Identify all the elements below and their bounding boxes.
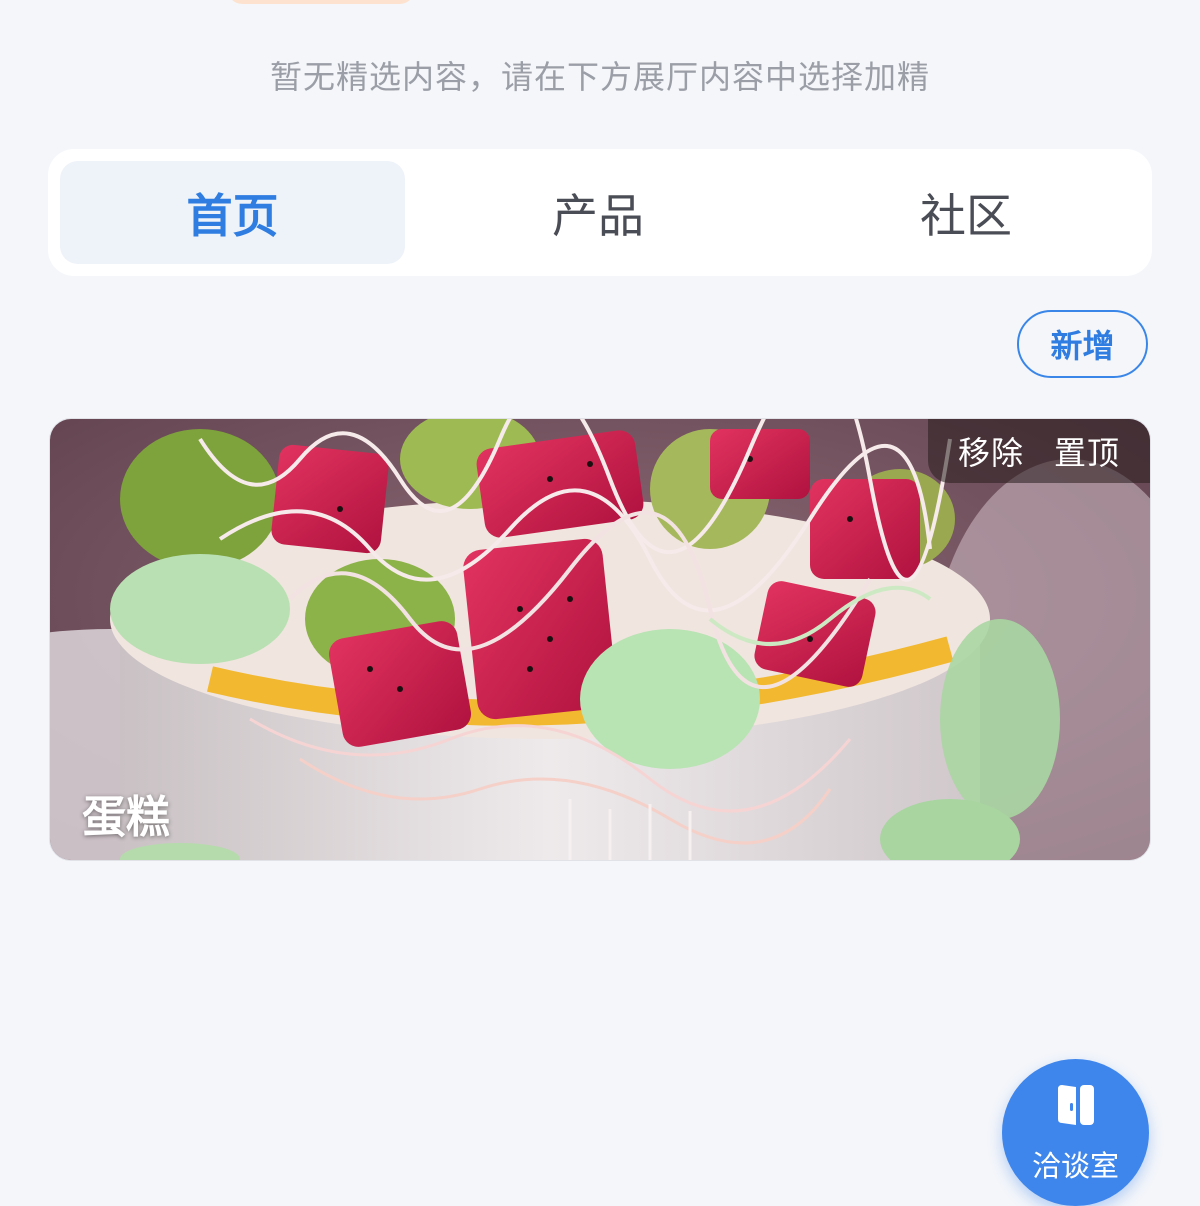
door-icon	[1058, 1085, 1094, 1125]
cake-image	[50, 419, 1150, 860]
tab-products[interactable]: 产品	[428, 161, 768, 264]
showcase-card[interactable]: 移除 置顶 蛋糕	[49, 418, 1151, 861]
empty-featured-hint: 暂无精选内容，请在下方展厅内容中选择加精	[269, 58, 930, 96]
tab-bar: 首页 产品 社区	[48, 149, 1152, 276]
pin-top-button[interactable]: 置顶	[1054, 428, 1120, 474]
tab-home[interactable]: 首页	[60, 161, 405, 264]
fab-label: 洽谈室	[1031, 1149, 1119, 1183]
remove-button[interactable]: 移除	[958, 428, 1024, 474]
card-title: 蛋糕	[82, 792, 170, 843]
top-badge	[228, 0, 414, 4]
negotiation-room-button[interactable]: 洽谈室	[1002, 1059, 1149, 1206]
add-button[interactable]: 新增	[1017, 310, 1148, 378]
card-actions: 移除 置顶	[928, 419, 1150, 483]
tab-community[interactable]: 社区	[796, 161, 1136, 264]
